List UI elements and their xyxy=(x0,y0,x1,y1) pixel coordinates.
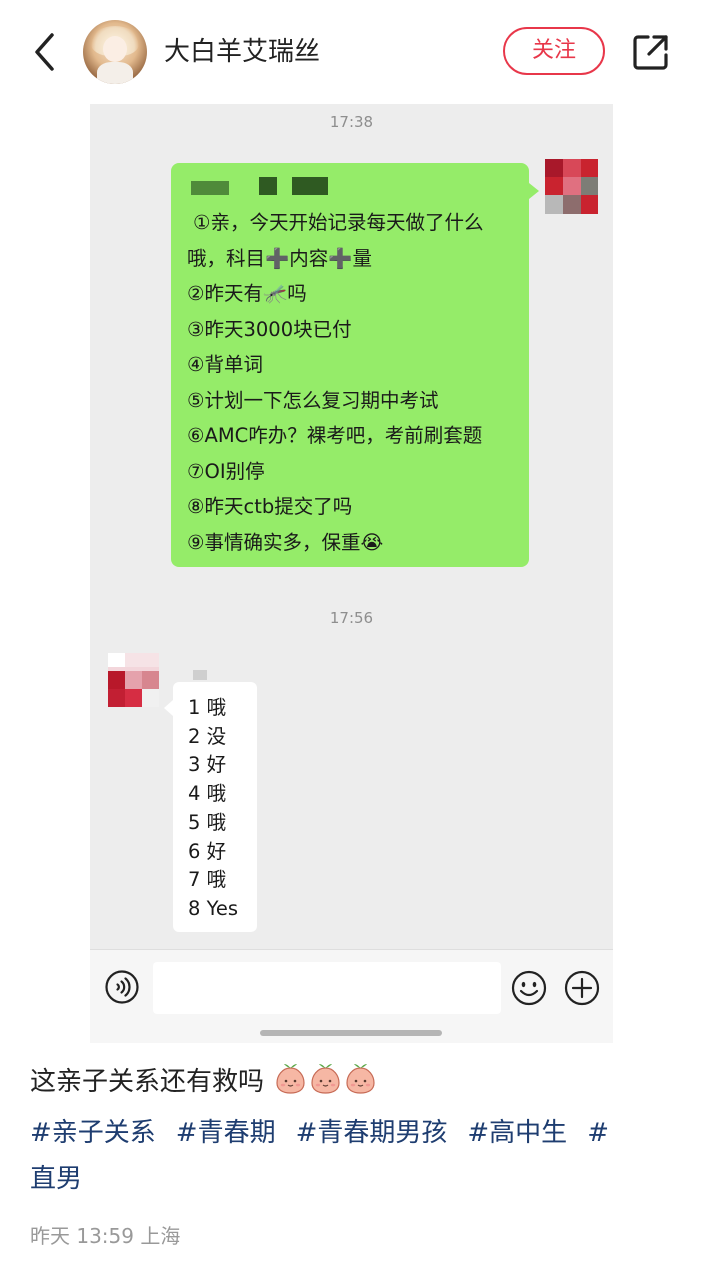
message-line: ⑦OI别停 xyxy=(187,459,265,483)
top-bar: 大白羊艾瑞丝 关注 xyxy=(0,0,703,104)
message-line: ②昨天有🦟吗 xyxy=(187,282,307,305)
hashtag-link[interactable]: # xyxy=(587,1118,609,1148)
hashtag-link[interactable]: #亲子关系 xyxy=(30,1118,156,1148)
message-input[interactable] xyxy=(153,962,501,1014)
message-line: 7 哦 xyxy=(188,868,227,892)
voice-icon[interactable] xyxy=(105,970,139,1004)
message-line: ⑤计划一下怎么复习期中考试 xyxy=(187,388,439,412)
plus-icon[interactable] xyxy=(564,970,600,1006)
redacted-text xyxy=(191,181,229,195)
sender-avatar-pixelated xyxy=(545,159,598,214)
message-line: 6 好 xyxy=(188,839,227,863)
chat-input-bar xyxy=(90,949,613,1043)
redacted-text xyxy=(259,177,277,195)
message-line: ⑥AMC咋办？裸考吧，考前刷套题 xyxy=(187,424,483,447)
peach-emoji-icon xyxy=(274,1062,307,1095)
hashtag-link[interactable]: #青春期 xyxy=(176,1118,276,1148)
share-icon[interactable] xyxy=(631,32,671,72)
message-line: 5 哦 xyxy=(188,810,227,834)
message-line: 4 哦 xyxy=(188,782,227,806)
post-caption: 这亲子关系还有救吗 xyxy=(30,1062,377,1102)
message-line: 1 哦 xyxy=(188,696,227,719)
hashtag-link[interactable]: 直男 xyxy=(30,1164,82,1194)
received-message-text: 1 哦 2 没 3 好 4 哦 5 哦 6 好 7 哦 8 Yes xyxy=(188,694,238,924)
emoji-icon[interactable] xyxy=(511,970,547,1006)
author-avatar[interactable] xyxy=(83,20,147,84)
back-chevron-icon[interactable] xyxy=(28,30,68,74)
message-line: 2 没 xyxy=(188,724,227,748)
chat-timestamp: 17:38 xyxy=(329,113,374,131)
received-message-bubble: 1 哦 2 没 3 好 4 哦 5 哦 6 好 7 哦 8 Yes xyxy=(164,682,257,932)
message-line: 哦，科目➕内容➕量 xyxy=(187,246,373,270)
home-indicator xyxy=(260,1030,442,1036)
receiver-avatar-pixelated xyxy=(108,653,159,707)
message-line: ⑨事情确实多，保重😭 xyxy=(187,530,384,554)
redacted-text xyxy=(193,670,207,680)
sent-message-bubble: ①亲，今天开始记录每天做了什么 哦，科目➕内容➕量 ②昨天有🦟吗 ③昨天3000… xyxy=(171,163,539,567)
message-line: ④背单词 xyxy=(187,353,263,376)
redacted-text xyxy=(292,177,328,195)
caption-text: 这亲子关系还有救吗 xyxy=(30,1067,265,1097)
post-meta: 昨天 13:59 上海 xyxy=(30,1224,181,1248)
peach-emoji-icon xyxy=(344,1062,377,1095)
hashtag-link[interactable]: #青春期男孩 xyxy=(296,1118,448,1148)
message-line: ③昨天3000块已付 xyxy=(187,317,352,341)
chat-timestamp: 17:56 xyxy=(329,609,374,627)
chat-screenshot: 17:38 ①亲，今天开始记录每天做了什么 哦，科目➕内容➕量 ②昨天有🦟吗 ③… xyxy=(90,104,613,1043)
message-line: 8 Yes xyxy=(188,896,239,920)
message-line: ①亲，今天开始记录每天做了什么 xyxy=(193,211,484,234)
message-line: ⑧昨天ctb提交了吗 xyxy=(187,495,353,518)
message-line: 3 好 xyxy=(188,753,227,777)
sent-message-text: ①亲，今天开始记录每天做了什么 哦，科目➕内容➕量 ②昨天有🦟吗 ③昨天3000… xyxy=(187,205,527,560)
peach-emoji-icon xyxy=(309,1062,342,1095)
hashtag-link[interactable]: #高中生 xyxy=(467,1118,567,1148)
author-name[interactable]: 大白羊艾瑞丝 xyxy=(164,34,320,70)
hashtag-list: #亲子关系 #青春期 #青春期男孩 #高中生 # 直男 xyxy=(30,1110,680,1202)
follow-button[interactable]: 关注 xyxy=(503,27,605,75)
